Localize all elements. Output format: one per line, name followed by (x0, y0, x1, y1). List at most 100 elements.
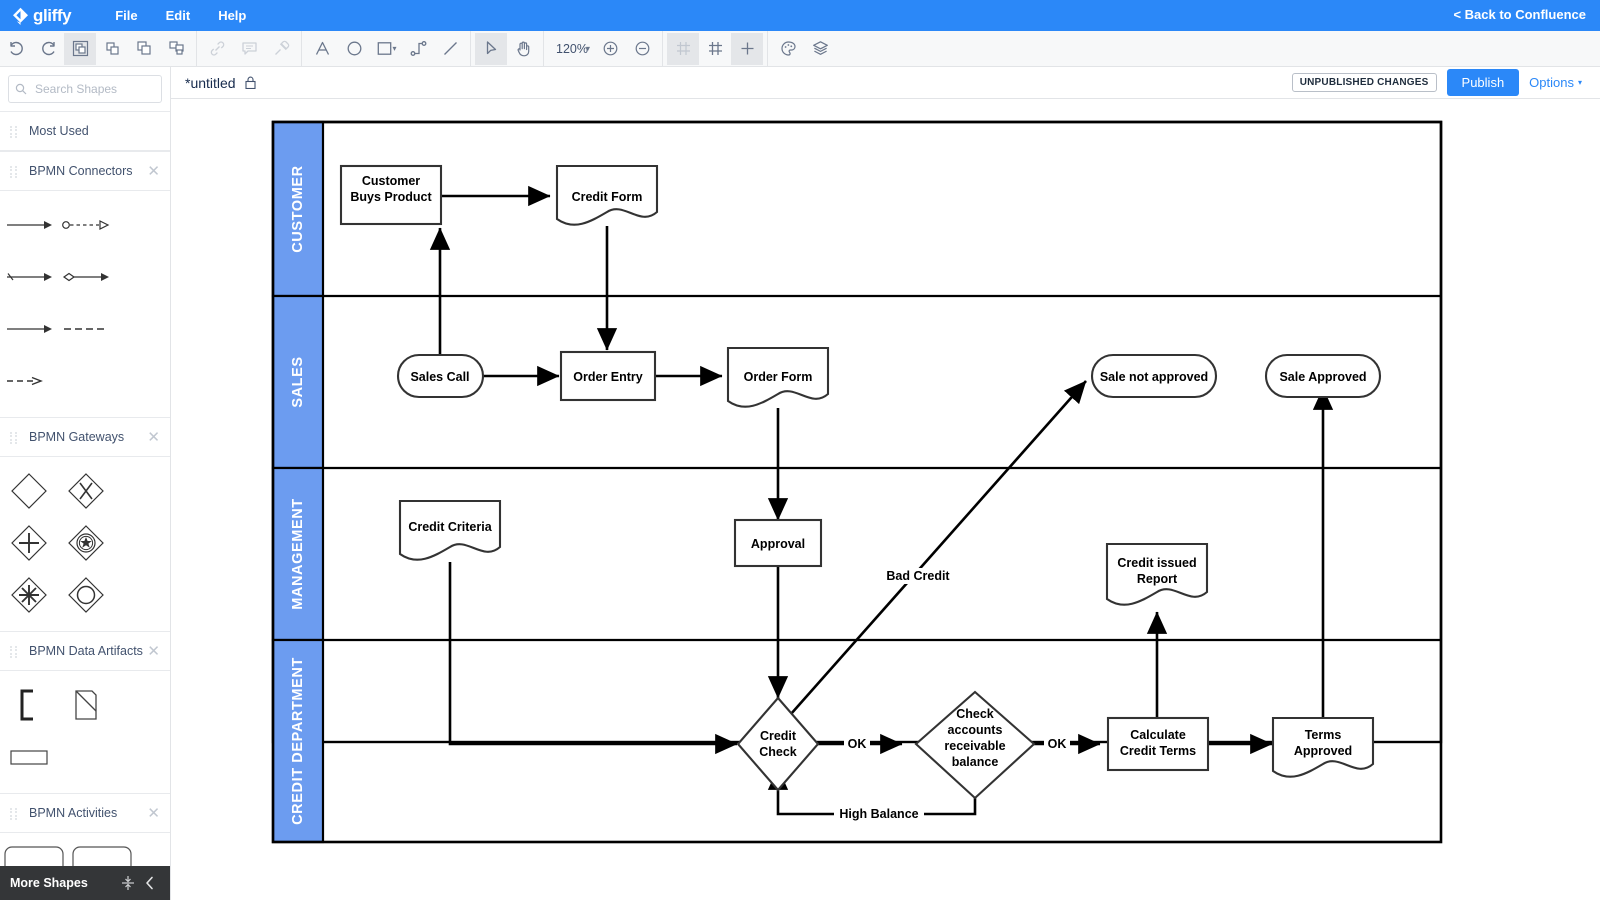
zoom-level-select[interactable]: 120% ▾ (548, 42, 594, 56)
drag-grip-icon[interactable] (10, 166, 19, 177)
shape-sequence-flow[interactable] (0, 199, 57, 251)
shape-default-flow[interactable] (0, 251, 57, 303)
sidebar-section-bpmn-activities[interactable]: BPMN Activities ✕ (0, 793, 170, 833)
shape-plain-arrow[interactable] (0, 303, 57, 355)
back-to-confluence-link[interactable]: < Back to Confluence (1453, 7, 1586, 22)
node-label-line2: accounts (948, 723, 1003, 737)
swimlane-container[interactable]: CUSTOMER SALES MANAGEMENT CREDIT DEPARTM… (273, 122, 1441, 842)
node-label-line1: Customer (362, 174, 420, 188)
document-title[interactable]: *untitled (185, 75, 236, 91)
gliffy-logo-icon (10, 6, 30, 26)
redo-icon[interactable] (32, 33, 64, 65)
chevron-down-icon[interactable]: ▾ (392, 45, 396, 53)
node-label-line2: Check (759, 745, 797, 759)
elbow-connector-icon[interactable] (402, 33, 434, 65)
node-approval[interactable]: Approval (735, 520, 821, 566)
options-label: Options (1529, 75, 1574, 90)
menu-file[interactable]: File (101, 4, 151, 27)
arrange-icon[interactable] (160, 33, 192, 65)
shape-gateway-exclusive-x[interactable] (57, 465, 114, 517)
shape-message-flow[interactable] (57, 199, 114, 251)
shape-gateway-complex[interactable] (0, 569, 57, 621)
layers-icon[interactable] (804, 33, 836, 65)
undo-icon[interactable] (0, 33, 32, 65)
node-sales-call[interactable]: Sales Call (398, 355, 483, 397)
node-label: Credit Criteria (408, 520, 492, 534)
link-icon[interactable] (201, 33, 233, 65)
shape-dashed-line[interactable] (57, 303, 114, 355)
shape-gateway-complex-event[interactable] (57, 517, 114, 569)
drag-grip-icon[interactable] (10, 126, 19, 137)
shape-group-bracket[interactable] (0, 679, 57, 731)
snap-icon[interactable] (731, 33, 763, 65)
sidebar-section-bpmn-connectors[interactable]: BPMN Connectors ✕ (0, 151, 170, 191)
node-order-entry[interactable]: Order Entry (561, 352, 655, 400)
menu-help[interactable]: Help (204, 4, 260, 27)
toolbar-divider (543, 31, 544, 67)
publish-button[interactable]: Publish (1447, 69, 1520, 96)
data-artifacts-shape-grid (0, 671, 170, 793)
more-shapes-button[interactable]: More Shapes (10, 876, 117, 890)
search-shapes-row[interactable] (8, 75, 162, 103)
ellipse-icon[interactable] (338, 33, 370, 65)
connectors-shape-grid (0, 191, 170, 417)
zoom-in-icon[interactable] (594, 33, 626, 65)
arrange-group (64, 31, 192, 67)
zoom-group: 120% ▾ (548, 31, 658, 67)
shape-annotation-rect[interactable] (0, 731, 57, 783)
pan-hand-icon[interactable] (507, 33, 539, 65)
node-sale-not-approved[interactable]: Sale not approved (1092, 355, 1216, 397)
shape-gateway-exclusive-blank[interactable] (0, 465, 57, 517)
grid-group (667, 31, 763, 67)
gliffy-logo[interactable]: gliffy (10, 6, 71, 26)
select-pointer-icon[interactable] (475, 33, 507, 65)
close-icon[interactable]: ✕ (147, 430, 160, 445)
shape-association-diamond[interactable] (57, 251, 114, 303)
eyedropper-icon[interactable] (265, 33, 297, 65)
node-customer-buys-product[interactable]: Customer Buys Product (341, 166, 441, 224)
options-menu-button[interactable]: Options ▾ (1529, 75, 1586, 90)
search-shapes-input[interactable] (33, 81, 155, 97)
node-sale-approved[interactable]: Sale Approved (1266, 355, 1380, 397)
sidebar-section-bpmn-data-artifacts[interactable]: BPMN Data Artifacts ✕ (0, 631, 170, 671)
node-label-line3: receivable (944, 739, 1005, 753)
diagram-canvas[interactable]: CUSTOMER SALES MANAGEMENT CREDIT DEPARTM… (172, 100, 1600, 900)
comment-icon[interactable] (233, 33, 265, 65)
text-icon[interactable] (306, 33, 338, 65)
sidebar-section-most-used[interactable]: Most Used (0, 111, 170, 151)
zoom-out-icon[interactable] (626, 33, 658, 65)
node-label: Order Form (744, 370, 813, 384)
sidebar-section-bpmn-gateways[interactable]: BPMN Gateways ✕ (0, 417, 170, 457)
collapse-panel-icon[interactable] (139, 876, 161, 890)
palette-icon[interactable] (772, 33, 804, 65)
close-icon[interactable]: ✕ (147, 644, 160, 659)
close-icon[interactable]: ✕ (147, 164, 160, 179)
node-terms-approved[interactable]: Terms Approved (1273, 718, 1373, 777)
group-icon[interactable] (64, 33, 96, 65)
node-calculate-credit-terms[interactable]: Calculate Credit Terms (1108, 718, 1208, 770)
drag-grip-icon[interactable] (10, 646, 19, 657)
rectangle-icon[interactable]: ▾ (370, 33, 402, 65)
section-title: BPMN Data Artifacts (29, 644, 147, 658)
close-icon[interactable]: ✕ (147, 806, 160, 821)
line-icon[interactable] (434, 33, 466, 65)
document-header-actions: UNPUBLISHED CHANGES Publish Options ▾ (1292, 69, 1586, 96)
node-label-line2: Buys Product (350, 190, 432, 204)
menu-edit[interactable]: Edit (152, 4, 205, 27)
shape-dashed-arrow[interactable] (0, 355, 57, 407)
lock-icon[interactable] (245, 76, 256, 89)
shape-data-object[interactable] (57, 679, 114, 731)
node-label-line2: Approved (1294, 744, 1352, 758)
resize-panel-icon[interactable] (117, 875, 139, 891)
section-title: Most Used (29, 124, 160, 138)
drag-grip-icon[interactable] (10, 432, 19, 443)
shape-gateway-parallel[interactable] (0, 517, 57, 569)
bring-forward-icon[interactable] (96, 33, 128, 65)
drag-grip-icon[interactable] (10, 808, 19, 819)
send-backward-icon[interactable] (128, 33, 160, 65)
gliffy-logo-text: gliffy (33, 6, 71, 26)
shape-gateway-event-based[interactable] (57, 569, 114, 621)
edge-label-bad-credit: Bad Credit (886, 569, 950, 583)
grid-icon[interactable] (699, 33, 731, 65)
guides-icon[interactable] (667, 33, 699, 65)
